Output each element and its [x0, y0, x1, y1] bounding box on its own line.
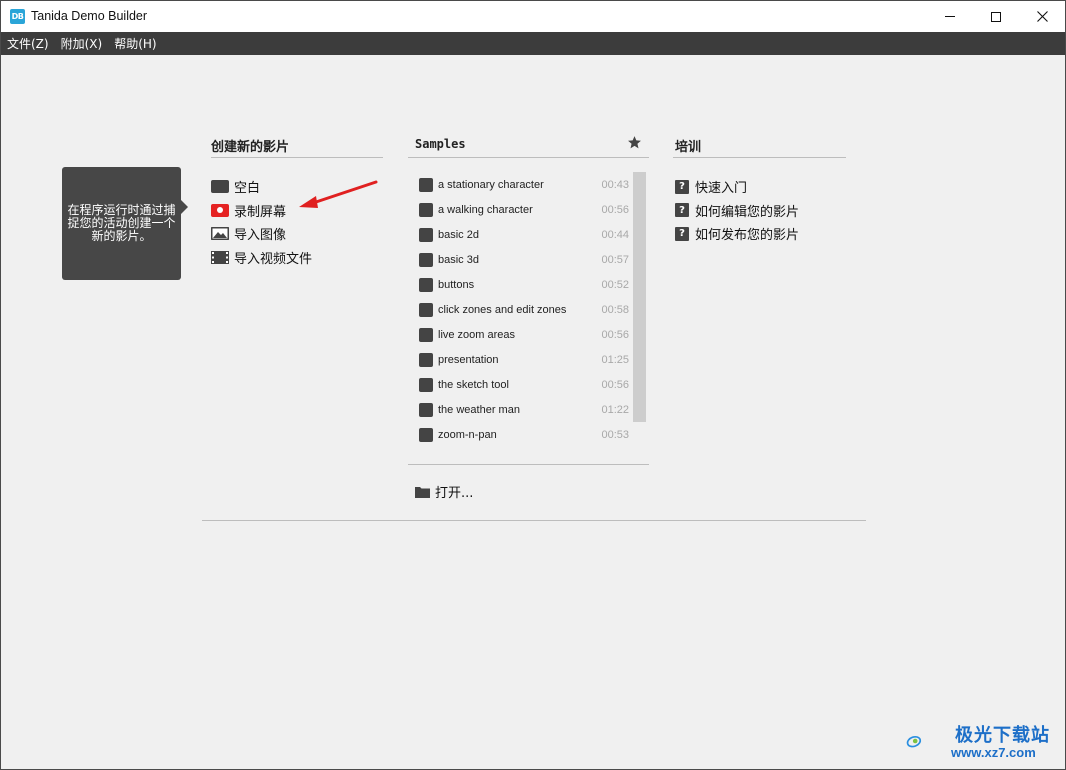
sample-name: a walking character — [438, 203, 533, 216]
close-icon — [1036, 11, 1048, 22]
sample-row[interactable]: the sketch tool 00:56 — [419, 372, 631, 397]
sample-thumbnail-icon — [419, 177, 433, 192]
title-bar: DB Tanida Demo Builder — [1, 1, 1065, 32]
sample-duration: 00:57 — [601, 253, 629, 266]
sample-name: presentation — [438, 353, 499, 366]
create-blank-label: 空白 — [234, 181, 261, 197]
blank-icon — [211, 180, 229, 194]
record-icon — [211, 203, 229, 217]
sample-name: live zoom areas — [438, 328, 516, 341]
app-window: DB Tanida Demo Builder 文件(Z) 附加(X) 帮助(H)… — [0, 0, 1066, 770]
sample-thumbnail-icon — [419, 427, 433, 442]
sample-thumbnail-icon — [419, 252, 433, 267]
menu-help[interactable]: 帮助(H) — [108, 35, 162, 52]
image-icon — [211, 227, 229, 241]
sample-row[interactable]: basic 2d 00:44 — [419, 222, 631, 247]
app-logo-icon: DB — [10, 9, 25, 24]
sample-row[interactable]: live zoom areas 00:56 — [419, 322, 631, 347]
create-header: 创建新的影片 — [211, 140, 290, 155]
sample-thumbnail-icon — [419, 377, 433, 392]
sample-name: basic 2d — [438, 228, 479, 241]
create-record-label: 录制屏幕 — [234, 204, 287, 220]
sample-duration: 00:53 — [601, 428, 629, 441]
menu-bar: 文件(Z) 附加(X) 帮助(H) — [1, 32, 1065, 55]
sample-name: buttons — [438, 278, 475, 291]
record-tooltip: 在程序运行时通过捕捉您的活动创建一个新的影片。 — [62, 167, 188, 280]
create-video-item[interactable]: 导入视频文件 — [211, 246, 381, 270]
minimize-icon — [945, 16, 955, 17]
create-divider — [211, 157, 383, 158]
sample-duration: 01:22 — [601, 403, 629, 416]
favorite-star-icon[interactable] — [627, 135, 642, 150]
watermark-logo-icon — [906, 735, 922, 748]
footer-divider — [202, 520, 866, 521]
menu-extras[interactable]: 附加(X) — [55, 35, 109, 52]
folder-icon — [415, 486, 430, 498]
samples-list: a stationary character 00:43 a walking ch… — [419, 172, 631, 447]
training-item-label: 快速入门 — [695, 181, 748, 197]
sample-thumbnail-icon — [419, 227, 433, 242]
sample-thumbnail-icon — [419, 352, 433, 367]
samples-scrollbar[interactable] — [633, 172, 646, 422]
sample-thumbnail-icon — [419, 277, 433, 292]
sample-duration: 00:44 — [601, 228, 629, 241]
sample-thumbnail-icon — [419, 327, 433, 342]
training-item-quickstart[interactable]: ? 快速入门 — [675, 175, 847, 199]
sample-duration: 00:56 — [601, 328, 629, 341]
training-list: ? 快速入门 ? 如何编辑您的影片 ? 如何发布您的影片 — [675, 175, 847, 246]
close-button[interactable] — [1019, 1, 1065, 32]
sample-duration: 01:25 — [601, 353, 629, 366]
sample-row[interactable]: basic 3d 00:57 — [419, 247, 631, 272]
sample-name: the sketch tool — [438, 378, 509, 391]
sample-thumbnail-icon — [419, 202, 433, 217]
training-item-label: 如何编辑您的影片 — [695, 204, 800, 220]
training-divider — [673, 157, 846, 158]
sample-name: click zones and edit zones — [438, 303, 567, 316]
sample-row[interactable]: buttons 00:52 — [419, 272, 631, 297]
training-item-publish[interactable]: ? 如何发布您的影片 — [675, 222, 847, 246]
samples-bottom-divider — [408, 464, 649, 465]
sample-name: the weather man — [438, 403, 520, 416]
sample-duration: 00:52 — [601, 278, 629, 291]
sample-row[interactable]: click zones and edit zones 00:58 — [419, 297, 631, 322]
samples-divider — [408, 157, 649, 158]
training-item-label: 如何发布您的影片 — [695, 228, 800, 244]
help-question-icon: ? — [675, 203, 689, 218]
training-header: 培训 — [675, 140, 702, 155]
sample-row[interactable]: presentation 01:25 — [419, 347, 631, 372]
training-item-edit[interactable]: ? 如何编辑您的影片 — [675, 199, 847, 223]
open-file-label: 打开... — [435, 486, 474, 501]
samples-header: Samples — [415, 137, 466, 151]
sample-thumbnail-icon — [419, 402, 433, 417]
open-file-button[interactable]: 打开... — [415, 482, 473, 501]
sample-name: basic 3d — [438, 253, 479, 266]
help-question-icon: ? — [675, 179, 689, 194]
annotation-arrow-icon — [299, 180, 378, 208]
sample-duration: 00:43 — [601, 178, 629, 191]
sample-row[interactable]: a walking character 00:56 — [419, 197, 631, 222]
sample-name: a stationary character — [438, 178, 544, 191]
maximize-icon — [991, 11, 1001, 22]
sample-row[interactable]: a stationary character 00:43 — [419, 172, 631, 197]
watermark-url: www.xz7.com — [951, 745, 1036, 760]
sample-row[interactable]: the weather man 01:22 — [419, 397, 631, 422]
maximize-button[interactable] — [973, 1, 1019, 32]
create-image-item[interactable]: 导入图像 — [211, 222, 381, 246]
tooltip-text: 在程序运行时通过捕捉您的活动创建一个新的影片。 — [67, 203, 176, 243]
sample-name: zoom-n-pan — [438, 428, 497, 441]
sample-duration: 00:56 — [601, 203, 629, 216]
window-title: Tanida Demo Builder — [31, 9, 148, 23]
minimize-button[interactable] — [927, 1, 973, 32]
create-video-label: 导入视频文件 — [234, 251, 313, 267]
help-question-icon: ? — [675, 226, 689, 241]
film-icon — [211, 250, 229, 264]
menu-file[interactable]: 文件(Z) — [1, 35, 55, 52]
sample-row[interactable]: zoom-n-pan 00:53 — [419, 422, 631, 447]
create-image-label: 导入图像 — [234, 228, 287, 244]
sample-duration: 00:56 — [601, 378, 629, 391]
sample-thumbnail-icon — [419, 302, 433, 317]
sample-duration: 00:58 — [601, 303, 629, 316]
watermark-brand: 极光下载站 — [955, 725, 1050, 746]
